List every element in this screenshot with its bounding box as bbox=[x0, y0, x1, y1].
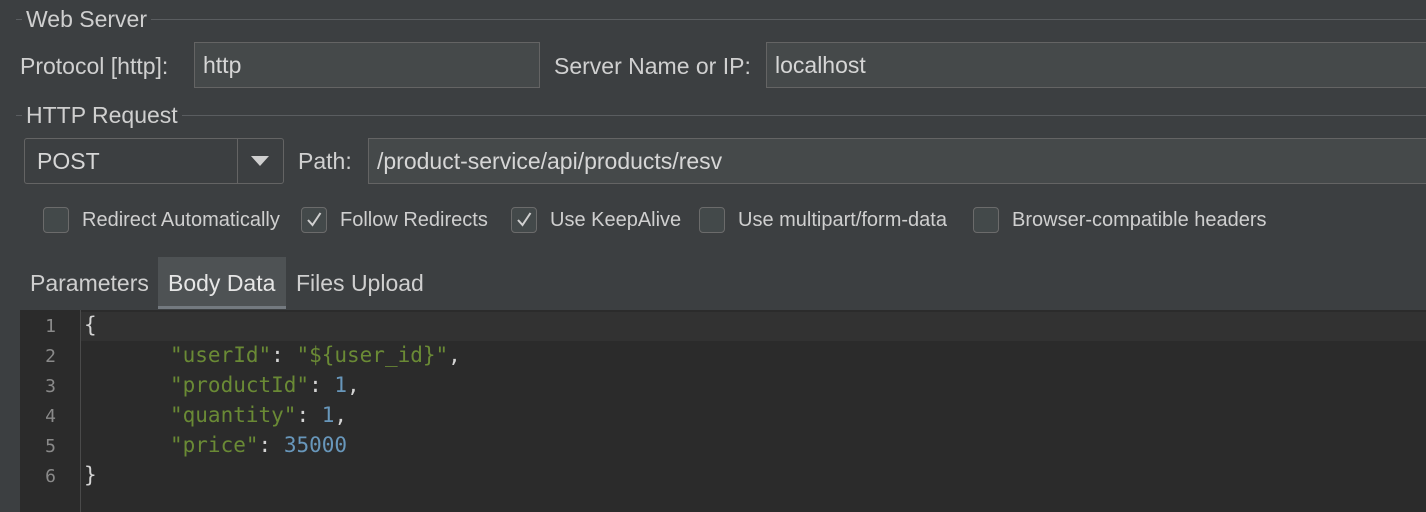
http-request-title: HTTP Request bbox=[22, 101, 182, 129]
protocol-input[interactable]: http bbox=[194, 42, 540, 88]
server-name-input[interactable]: localhost bbox=[766, 42, 1426, 88]
tab-files-upload[interactable]: Files Upload bbox=[296, 257, 424, 309]
json-key: "price" bbox=[170, 433, 259, 457]
browser-compatible-headers-label: Browser-compatible headers bbox=[1012, 209, 1267, 231]
method-value: POST bbox=[37, 148, 100, 174]
json-colon: : bbox=[309, 373, 335, 397]
code-brace-open: { bbox=[84, 313, 97, 337]
use-keepalive-label: Use KeepAlive bbox=[550, 209, 682, 231]
line-number: 4 bbox=[45, 406, 56, 427]
follow-redirects-checkbox[interactable] bbox=[301, 207, 327, 233]
json-colon: : bbox=[258, 433, 284, 457]
json-colon: : bbox=[296, 403, 322, 427]
path-input[interactable]: /product-service/api/products/resv bbox=[368, 138, 1426, 184]
line-number: 2 bbox=[45, 346, 56, 367]
json-comma: , bbox=[448, 343, 461, 367]
json-comma: , bbox=[347, 373, 360, 397]
json-key: "productId" bbox=[170, 373, 310, 397]
body-data-editor[interactable]: 1 2 3 4 5 6 { "userId": "${user_id}", "p… bbox=[20, 310, 1426, 512]
code-line-2: "userId": "${user_id}", bbox=[170, 340, 461, 370]
protocol-label: Protocol [http]: bbox=[20, 53, 169, 79]
line-number: 6 bbox=[45, 466, 56, 487]
code-line-6: } bbox=[84, 460, 97, 490]
code-line-5: "price": 35000 bbox=[170, 430, 347, 460]
line-number-gutter: 1 2 3 4 5 6 bbox=[20, 310, 81, 512]
chevron-down-icon[interactable] bbox=[237, 139, 283, 183]
json-key: "quantity" bbox=[170, 403, 297, 427]
code-line-1: { bbox=[84, 310, 97, 340]
json-value: 35000 bbox=[283, 433, 348, 457]
use-keepalive-checkbox[interactable] bbox=[511, 207, 537, 233]
json-colon: : bbox=[271, 343, 297, 367]
line-number: 5 bbox=[45, 436, 56, 457]
current-line-highlight bbox=[81, 312, 1426, 341]
line-number: 1 bbox=[45, 316, 56, 337]
http-request-border bbox=[16, 115, 1426, 116]
browser-compatible-headers-checkbox[interactable] bbox=[973, 207, 999, 233]
use-multipart-label: Use multipart/form-data bbox=[738, 209, 947, 231]
method-select[interactable]: POST bbox=[24, 138, 284, 184]
json-comma: , bbox=[334, 403, 348, 427]
json-value: 1 bbox=[334, 373, 348, 397]
json-value: "${user_id}" bbox=[296, 343, 449, 367]
code-line-4: "quantity": 1, bbox=[170, 400, 347, 430]
checkmark-icon bbox=[307, 212, 322, 227]
line-number: 3 bbox=[45, 376, 56, 397]
json-key: "userId" bbox=[170, 343, 272, 367]
use-multipart-checkbox[interactable] bbox=[699, 207, 725, 233]
redirect-automatically-checkbox[interactable] bbox=[43, 207, 69, 233]
tab-body-data[interactable]: Body Data bbox=[158, 257, 286, 309]
code-brace-close: } bbox=[84, 463, 97, 487]
tab-parameters[interactable]: Parameters bbox=[30, 257, 149, 309]
path-label: Path: bbox=[298, 148, 352, 174]
redirect-automatically-label: Redirect Automatically bbox=[82, 209, 280, 231]
web-server-border bbox=[16, 19, 1426, 20]
web-server-title: Web Server bbox=[22, 5, 152, 33]
server-name-label: Server Name or IP: bbox=[554, 53, 751, 79]
follow-redirects-label: Follow Redirects bbox=[340, 209, 488, 231]
checkmark-icon bbox=[517, 212, 532, 227]
code-line-3: "productId": 1, bbox=[170, 370, 360, 400]
json-value: 1 bbox=[321, 403, 335, 427]
